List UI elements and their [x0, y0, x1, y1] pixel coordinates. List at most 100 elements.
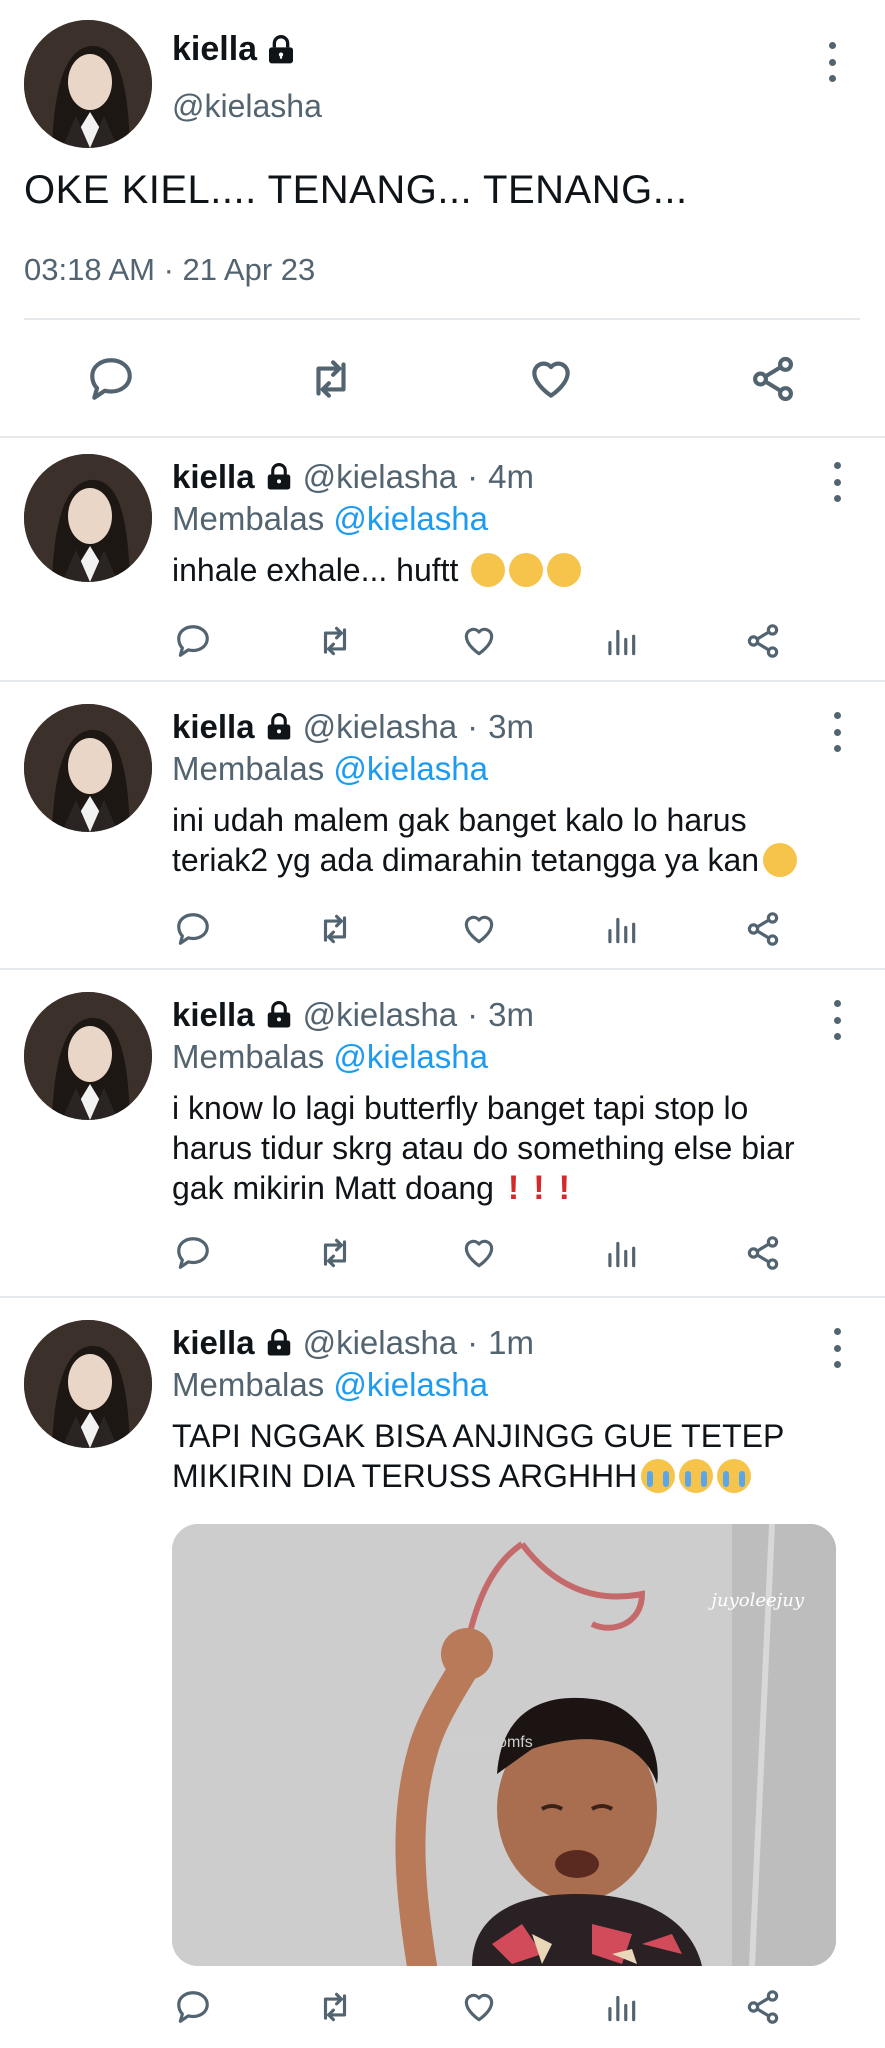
- tweet-text-line: gak mikirin Matt doang: [172, 1170, 494, 1206]
- avatar[interactable]: [24, 1320, 152, 1448]
- retweet-icon[interactable]: [306, 354, 356, 404]
- analytics-icon[interactable]: [602, 1234, 640, 1272]
- handle[interactable]: @kielasha: [172, 88, 322, 125]
- mention-link[interactable]: @kielasha: [333, 1038, 488, 1075]
- tweet-text-line: teriak2 yg ada dimarahin tetangga ya kan: [172, 842, 760, 878]
- reply-icon[interactable]: [86, 354, 136, 404]
- more-options-icon[interactable]: [829, 1000, 845, 1040]
- like-icon[interactable]: [526, 354, 576, 404]
- avatar[interactable]: [24, 454, 152, 582]
- exclamation-mark: !: [533, 1169, 545, 1207]
- tweet-text-line: MIKIRIN DIA TERUSS ARGHHH: [172, 1458, 638, 1494]
- tweet-timestamp[interactable]: 03:18 AM · 21 Apr 23: [24, 252, 315, 288]
- avatar[interactable]: [24, 992, 152, 1120]
- lock-icon: [267, 712, 290, 740]
- share-icon[interactable]: [744, 1988, 782, 2026]
- relative-time[interactable]: 3m: [488, 996, 534, 1034]
- retweet-icon[interactable]: [316, 910, 354, 948]
- display-name[interactable]: kiella: [172, 458, 255, 496]
- display-name-text[interactable]: kiella: [172, 30, 257, 69]
- reply-tweet[interactable]: kiella @kielasha · 4m Membalas @kielasha…: [0, 440, 885, 680]
- divider: [0, 436, 885, 438]
- avatar[interactable]: [24, 704, 152, 832]
- mention-link[interactable]: @kielasha: [333, 500, 488, 537]
- mention-link[interactable]: @kielasha: [333, 750, 488, 787]
- analytics-icon[interactable]: [602, 1988, 640, 2026]
- tweet-media-image[interactable]: juyoleejuy @convomfs: [172, 1524, 836, 1966]
- like-icon[interactable]: [460, 1988, 498, 2026]
- crying-face-emoji: [679, 1459, 714, 1493]
- crying-face-emoji: [717, 1459, 752, 1493]
- retweet-icon[interactable]: [316, 1234, 354, 1272]
- like-icon[interactable]: [460, 1234, 498, 1272]
- avatar[interactable]: [24, 20, 152, 148]
- share-icon[interactable]: [744, 1234, 782, 1272]
- display-name[interactable]: kiella: [172, 996, 255, 1034]
- divider: [0, 1296, 885, 1298]
- handle[interactable]: @kielasha: [303, 708, 458, 746]
- replying-to-label: Membalas: [172, 500, 325, 537]
- lock-icon: [267, 1328, 290, 1356]
- display-name[interactable]: kiella: [172, 708, 255, 746]
- like-icon[interactable]: [460, 622, 498, 660]
- display-name[interactable]: kiella: [172, 30, 297, 69]
- relative-time[interactable]: 4m: [488, 458, 534, 496]
- image-watermark: @convomfs: [448, 1734, 533, 1751]
- exclamation-mark: !: [558, 1169, 570, 1207]
- reply-icon[interactable]: [174, 622, 212, 660]
- grinning-face-emoji: [763, 843, 798, 877]
- reply-icon[interactable]: [174, 910, 212, 948]
- more-options-icon[interactable]: [829, 712, 845, 752]
- divider: [0, 680, 885, 682]
- more-options-icon[interactable]: [824, 42, 840, 82]
- handle[interactable]: @kielasha: [303, 1324, 458, 1362]
- separator-dot: ·: [467, 1324, 479, 1361]
- retweet-icon[interactable]: [316, 622, 354, 660]
- tweet-text-line: ini udah malem gak banget kalo lo harus: [172, 802, 747, 838]
- divider: [24, 318, 860, 320]
- replying-to: Membalas @kielasha: [172, 500, 488, 538]
- more-options-icon[interactable]: [829, 462, 845, 502]
- replying-to-label: Membalas: [172, 1366, 325, 1403]
- tweet-text: ini udah malem gak banget kalo lo harus …: [172, 800, 852, 880]
- reply-icon[interactable]: [174, 1988, 212, 2026]
- replying-to: Membalas @kielasha: [172, 1038, 488, 1076]
- relative-time[interactable]: 3m: [488, 708, 534, 746]
- separator-dot: ·: [467, 996, 479, 1033]
- tweet-text-line: i know lo lagi butterfly banget tapi sto…: [172, 1090, 749, 1126]
- reply-tweet[interactable]: kiella @kielasha · 3m Membalas @kielasha…: [0, 978, 885, 1298]
- share-icon[interactable]: [744, 910, 782, 948]
- more-options-icon[interactable]: [829, 1328, 845, 1368]
- tweet-text: inhale exhale... huftt: [172, 550, 852, 590]
- reply-header: kiella @kielasha · 4m: [172, 458, 534, 496]
- reply-icon[interactable]: [174, 1234, 212, 1272]
- handle[interactable]: @kielasha: [303, 458, 458, 496]
- tweet-text-line: harus tidur skrg atau do something else …: [172, 1130, 795, 1166]
- lock-icon: [267, 1000, 290, 1028]
- retweet-icon[interactable]: [316, 1988, 354, 2026]
- reply-tweet[interactable]: kiella @kielasha · 3m Membalas @kielasha…: [0, 690, 885, 970]
- share-icon[interactable]: [748, 354, 798, 404]
- tweet-text: OKE KIEL.... TENANG... TENANG...: [24, 168, 688, 212]
- display-name[interactable]: kiella: [172, 1324, 255, 1362]
- exhale-face-emoji: [547, 553, 582, 587]
- mention-link[interactable]: @kielasha: [333, 1366, 488, 1403]
- reply-header: kiella @kielasha · 1m: [172, 1324, 534, 1362]
- replying-to: Membalas @kielasha: [172, 1366, 488, 1404]
- analytics-icon[interactable]: [602, 910, 640, 948]
- share-icon[interactable]: [744, 622, 782, 660]
- reply-header: kiella @kielasha · 3m: [172, 708, 534, 746]
- handle[interactable]: @kielasha: [303, 996, 458, 1034]
- like-icon[interactable]: [460, 910, 498, 948]
- tweet-text-line: TAPI NGGAK BISA ANJINGG GUE TETEP: [172, 1418, 785, 1454]
- tweet-text-line: inhale exhale... huftt: [172, 552, 459, 588]
- reply-header: kiella @kielasha · 3m: [172, 996, 534, 1034]
- separator-dot: ·: [467, 708, 479, 745]
- separator-dot: ·: [467, 458, 479, 495]
- tweet-text: TAPI NGGAK BISA ANJINGG GUE TETEP MIKIRI…: [172, 1416, 852, 1496]
- crying-face-emoji: [641, 1459, 676, 1493]
- replying-to: Membalas @kielasha: [172, 750, 488, 788]
- analytics-icon[interactable]: [602, 622, 640, 660]
- exclamation-mark: !: [507, 1169, 520, 1207]
- relative-time[interactable]: 1m: [488, 1324, 534, 1362]
